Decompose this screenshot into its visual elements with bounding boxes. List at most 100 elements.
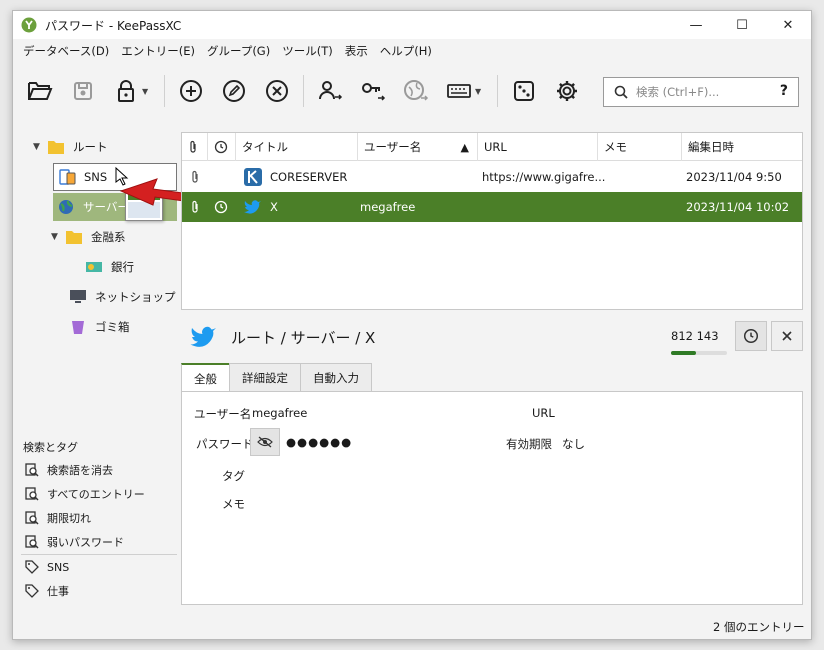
header-modified[interactable]: 編集日時 [682,133,802,161]
expand-arrow-icon[interactable]: ▼ [33,142,47,152]
window-title: パスワード - KeePassXC [45,18,182,33]
toolbar-separator [303,75,304,107]
keyboard-icon [447,84,471,98]
lock-dropdown-icon[interactable]: ▼ [142,87,152,96]
all-entries-item[interactable]: すべてのエントリー [25,483,145,505]
user-arrow-icon [319,81,343,100]
money-icon [86,262,102,272]
copy-password-button[interactable] [356,74,390,108]
header-expiry[interactable] [208,133,236,161]
expand-arrow-icon[interactable]: ▼ [51,232,65,242]
delete-entry-button[interactable] [260,74,294,108]
menu-group[interactable]: グループ(G) [201,43,276,59]
save-database-button[interactable] [66,74,100,108]
table-row[interactable]: CORESERVER https://www.gigafre... 2023/1… [182,162,802,192]
detail-tabs: 全般 詳細設定 自動入力 [181,363,372,392]
username-cell: megafree [360,200,416,214]
entry-table-header: タイトル ユーザー名 ▲ URL メモ 編集日時 [182,133,802,161]
close-preview-button[interactable] [771,321,803,351]
menu-database[interactable]: データベース(D) [17,43,115,59]
tab-general[interactable]: 全般 [181,363,230,392]
toolbar-separator [164,75,165,107]
modified-cell: 2023/11/04 10:02 [686,200,790,214]
tab-advanced[interactable]: 詳細設定 [229,363,301,391]
cursor-icon [115,167,129,186]
dice-icon [514,81,534,101]
x-circle-icon [266,80,288,102]
trash-icon [72,321,84,334]
password-strength-fill [671,351,697,355]
close-window-button[interactable]: ✕ [765,11,811,39]
group-root[interactable]: ▼ ルート [33,133,108,161]
monitor-icon [70,290,86,303]
search-input[interactable]: 検索 (Ctrl+F)... [636,84,719,100]
edit-entry-button[interactable] [217,74,251,108]
search-box[interactable]: 検索 (Ctrl+F)... ? [603,77,799,107]
url-label: URL [532,406,555,420]
group-bank[interactable]: 銀行 [85,253,134,281]
maximize-button[interactable]: ☐ [719,11,765,39]
autotype-button[interactable] [442,74,476,108]
divider [21,554,177,555]
entry-title: X [270,200,278,214]
autotype-dropdown-icon[interactable]: ▼ [475,87,485,96]
entry-title: CORESERVER [270,170,348,184]
lock-database-button[interactable] [109,74,143,108]
search-tag-label: 検索語を消去 [47,464,113,477]
search-help-button[interactable]: ? [780,83,788,99]
username-value[interactable]: megafree [252,406,307,420]
menu-tools[interactable]: ツール(T) [276,43,339,59]
search-tag-label: 弱いパスワード [47,536,124,549]
menu-help[interactable]: ヘルプ(H) [374,43,438,59]
sort-ascending-icon: ▲ [460,140,469,154]
modified-cell: 2023/11/04 9:50 [686,170,782,184]
tag-work-item[interactable]: 仕事 [25,580,69,602]
twitter-bird-icon [190,326,216,347]
header-attachment[interactable] [182,133,208,161]
toolbar: ▼ ▼ 検索 (Ctrl+F)... ? [13,67,811,115]
lock-icon [118,80,134,102]
tags-label: タグ [222,469,245,483]
toggle-password-button[interactable] [250,428,280,456]
header-url[interactable]: URL [478,133,598,161]
paperclip-icon [192,170,198,183]
group-trash[interactable]: ゴミ箱 [69,313,130,341]
copy-username-button[interactable] [313,74,347,108]
menu-view[interactable]: 表示 [339,43,374,59]
expiry-cell [208,192,228,222]
entry-table: タイトル ユーザー名 ▲ URL メモ 編集日時 CORESERVER http… [181,132,803,310]
header-notes[interactable]: メモ [598,133,682,161]
tag-sns-item[interactable]: SNS [25,556,69,578]
tab-autotype[interactable]: 自動入力 [300,363,372,391]
menu-entry[interactable]: エントリー(E) [115,43,201,59]
expired-item[interactable]: 期限切れ [25,507,91,529]
clear-search-item[interactable]: 検索語を消去 [25,459,113,481]
header-title[interactable]: タイトル [236,133,358,161]
entry-history-button[interactable] [735,321,767,351]
gear-icon [557,81,577,101]
minimize-button[interactable]: — [673,11,719,39]
devices-icon [59,169,76,185]
password-label: パスワード [196,437,254,451]
clock-icon [214,200,228,214]
menu-bar: データベース(D) エントリー(E) グループ(G) ツール(T) 表示 ヘルプ… [13,39,811,63]
open-database-button[interactable] [23,74,57,108]
add-entry-button[interactable] [174,74,208,108]
close-icon [782,331,792,341]
group-netshop[interactable]: ネットショップ [69,283,176,311]
open-url-button[interactable] [399,74,433,108]
password-generator-button[interactable] [507,74,541,108]
search-tag-icon [25,463,39,477]
settings-button[interactable] [550,74,584,108]
expiry-value: なし [562,437,585,451]
password-value[interactable]: ●●●●●● [286,435,352,449]
eye-off-icon [257,436,273,448]
save-icon [74,82,92,100]
title-cell: X [238,192,278,222]
header-username[interactable]: ユーザー名 ▲ [358,133,478,161]
search-tags-heading: 検索とタグ [23,441,78,454]
table-row[interactable]: X megafree 2023/11/04 10:02 [182,192,802,222]
weak-password-item[interactable]: 弱いパスワード [25,531,124,553]
attachment-cell [184,162,200,192]
entry-path: ルート / サーバー / X [231,328,376,347]
